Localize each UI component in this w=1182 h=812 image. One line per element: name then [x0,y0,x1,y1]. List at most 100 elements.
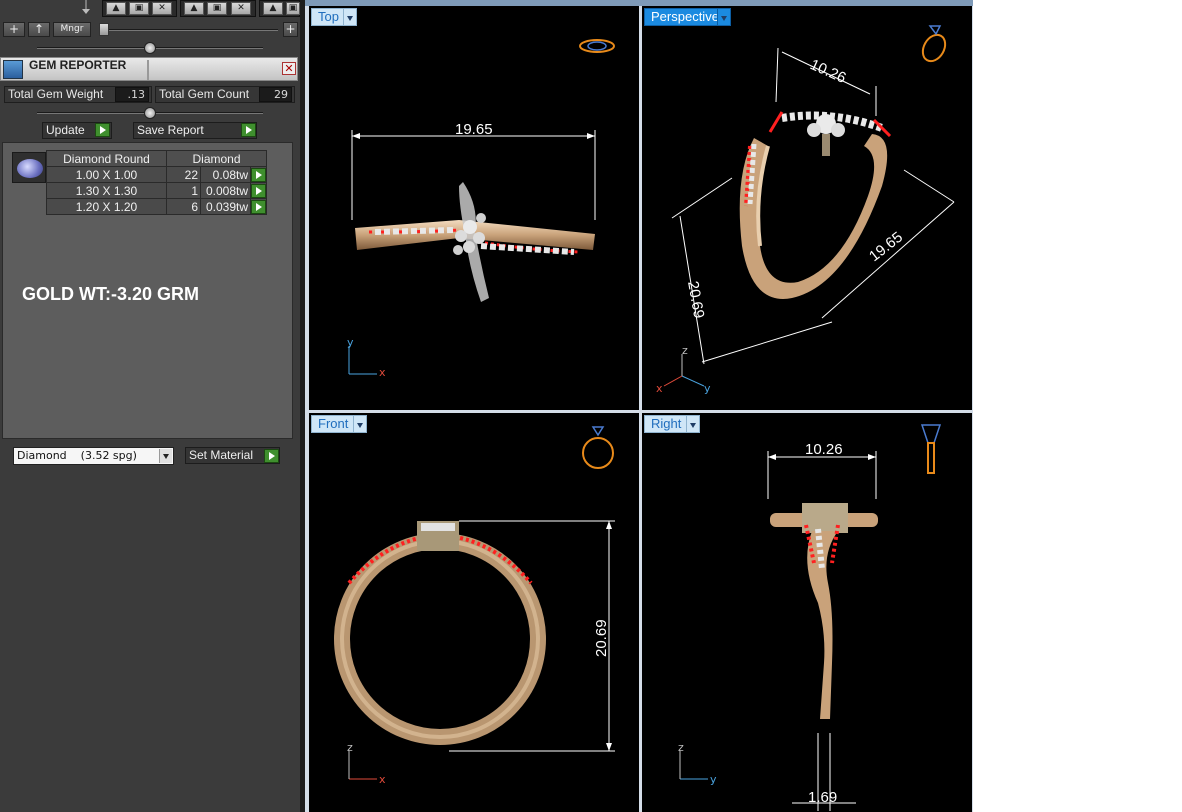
table-row[interactable]: 1.30 X 1.30 1 0.008tw [46,182,267,199]
save-icon[interactable]: ▣ [286,2,300,15]
gem-count: 22 [166,166,201,183]
viewport-front[interactable]: 20.69 x z Front [309,413,639,812]
chevron-down-icon[interactable] [343,8,357,26]
gem-size: 1.20 X 1.20 [46,198,167,215]
viewport-perspective[interactable]: 10.26 20.69 19.65 z x y Perspective [642,6,972,410]
save-icon[interactable]: ▣ [129,2,149,15]
view-orientation-icon[interactable] [579,39,615,53]
chevron-down-icon[interactable] [717,8,731,26]
play-icon [251,183,266,198]
splitter-knob-2[interactable] [144,107,156,119]
table-row[interactable]: 1.20 X 1.20 6 0.039tw [46,198,267,215]
play-icon [251,199,266,214]
gem-table: Diamond Round Diamond 1.00 X 1.00 22 0.0… [46,150,267,215]
gem-weight: 0.08tw [200,166,251,183]
table-row[interactable]: 1.00 X 1.00 22 0.08tw [46,166,267,183]
viewport-top-label[interactable]: Top [311,8,346,26]
toolbar-group-3: ▲ ▣ [259,0,300,17]
top-view-drawing: 19.65 x y [347,39,615,379]
move-up-button[interactable]: ↑ [28,22,50,37]
header-material: Diamond [166,150,267,167]
save-report-button[interactable]: Save Report [133,122,257,139]
set-material-play-icon[interactable] [264,449,279,463]
gem-count: 6 [166,198,201,215]
row-select-button[interactable] [250,198,267,215]
manager-button[interactable]: Mngr [53,22,91,37]
diamond-icon [17,159,43,178]
top-width-dimension: 19.65 [455,121,493,138]
gold-weight-text: GOLD WT:-3.20 GRM [22,284,200,304]
splitter-knob[interactable] [144,42,156,54]
view-orientation-icon[interactable] [920,424,942,474]
viewport-right[interactable]: 10.26 1.69 y z Right [642,413,972,812]
material-selected-value: Diamond (3.52 spg) [17,449,137,462]
chevron-down-icon[interactable] [353,415,367,433]
up-arrow-icon[interactable]: ▲ [106,2,126,15]
chevron-down-icon[interactable] [159,449,172,463]
title-divider [147,60,149,80]
gem-weight: 0.039tw [200,198,251,215]
save-report-play-icon[interactable] [241,123,256,137]
update-label: Update [46,123,85,137]
viewport-top[interactable]: 19.65 x y Top [309,6,639,410]
close-icon[interactable]: ✕ [282,62,296,75]
front-view-drawing: 20.69 x z [334,426,615,786]
toolbar-group-1: ▲ ▣ ✕ [102,0,177,17]
axis-x-label: x [656,382,663,395]
toolbar-slider[interactable] [102,29,278,31]
right-view-drawing: 10.26 1.69 y z [678,424,942,811]
panel-title: GEM REPORTER [29,58,127,72]
viewport-area: 19.65 x y Top 10.26 20.69 19.65 z x y Pe… [305,0,973,812]
total-gem-count-value: 29 [259,87,292,102]
viewport-perspective-label[interactable]: Perspective [644,8,726,26]
axis-y-label: y [347,336,354,349]
add-button[interactable]: + [3,22,25,37]
perspective-dim-a: 10.26 [807,56,848,87]
viewport-right-label[interactable]: Right [644,415,689,433]
gem-table-header: Diamond Round Diamond [46,150,267,167]
gem-count: 1 [166,182,201,199]
view-orientation-icon[interactable] [918,25,949,65]
up-arrow-icon[interactable]: ▲ [263,2,283,15]
perspective-dim-b: 19.65 [866,229,906,266]
viewport-front-label[interactable]: Front [311,415,356,433]
view-orientation-icon[interactable] [582,426,614,469]
gem-weight: 0.008tw [200,182,251,199]
axis-z-label: z [682,344,688,357]
play-icon [251,167,266,182]
row-select-button[interactable] [250,166,267,183]
row-select-button[interactable] [250,182,267,199]
perspective-view-drawing: 10.26 20.69 19.65 z x y [656,25,955,395]
right-band-dimension: 1.69 [808,789,837,806]
close-icon[interactable]: ✕ [152,2,172,15]
update-play-icon[interactable] [95,123,110,137]
axis-y-label: y [710,773,717,786]
save-report-label: Save Report [137,123,204,137]
scroll-arrow-icon[interactable] [80,0,92,16]
material-select[interactable]: Diamond (3.52 spg) [13,447,174,465]
up-arrow-icon[interactable]: ▲ [184,2,204,15]
front-height-dimension: 20.69 [593,619,610,657]
gem-reporter-icon [3,60,23,79]
header-shape: Diamond Round [46,150,167,167]
zoom-plus-button[interactable]: + [283,22,298,37]
gem-reporter-titlebar: GEM REPORTER ✕ [0,57,298,81]
axis-x-label: x [379,366,386,379]
slider-handle[interactable] [99,23,109,36]
right-width-dimension: 10.26 [805,441,843,458]
axis-z-label: z [347,741,353,754]
gem-reporter-panel: ▲ ▣ ✕ ▲ ▣ ✕ ▲ ▣ + ↑ Mngr + GEM REPORTER … [0,0,300,812]
set-material-label: Set Material [189,448,254,462]
save-icon[interactable]: ▣ [207,2,227,15]
gem-size: 1.00 X 1.00 [46,166,167,183]
chevron-down-icon[interactable] [686,415,700,433]
close-icon[interactable]: ✕ [231,2,251,15]
axis-y-label: y [704,382,711,395]
toolbar-group-2: ▲ ▣ ✕ [180,0,256,17]
axis-x-label: x [379,773,386,786]
axis-z-label: z [678,741,684,754]
total-gem-weight-value: .13 [115,87,149,102]
gem-size: 1.30 X 1.30 [46,182,167,199]
perspective-dim-c: 20.69 [684,280,707,320]
diamond-thumbnail[interactable] [12,152,46,183]
